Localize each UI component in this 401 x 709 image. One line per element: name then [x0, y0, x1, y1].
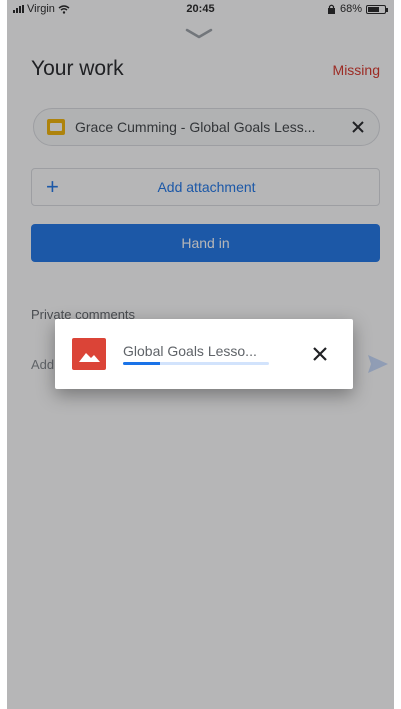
cancel-upload-button[interactable]	[305, 339, 335, 369]
close-icon	[313, 347, 327, 361]
image-icon	[72, 338, 106, 370]
upload-progress-dialog: Global Goals Lesso...	[55, 319, 353, 389]
upload-progress-fill	[123, 362, 160, 365]
upload-file-name: Global Goals Lesso...	[123, 343, 257, 359]
screen: Virgin 20:45 68% Your work Missing Grace…	[7, 0, 394, 709]
upload-progress-bar	[123, 362, 269, 365]
